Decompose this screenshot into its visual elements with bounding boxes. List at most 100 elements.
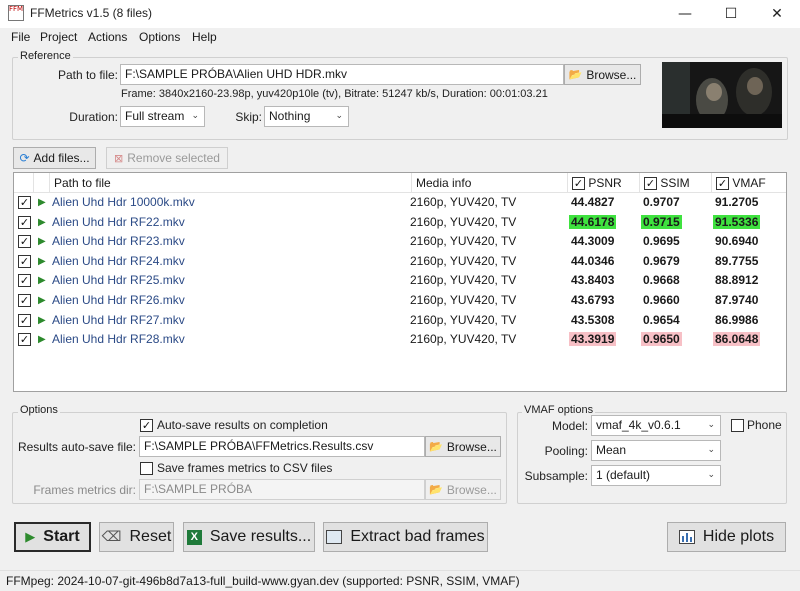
psnr-checkbox[interactable]: ✓: [572, 177, 585, 191]
status-bar: FFMpeg: 2024-10-07-git-496b8d7a13-full_b…: [0, 570, 800, 591]
chevron-down-icon: ⌄: [335, 110, 343, 120]
vmaf-cell: 90.6940: [713, 232, 783, 252]
row-media-info: 2160p, YUV420, TV: [410, 234, 517, 249]
results-file-input[interactable]: F:\SAMPLE PRÓBA\FFMetrics.Results.csv: [139, 436, 425, 457]
header-psnr[interactable]: ✓ PSNR: [568, 173, 640, 193]
table-row[interactable]: ✓ ▶ Alien Uhd Hdr RF22.mkv 2160p, YUV420, T…: [14, 213, 786, 233]
ssim-checkbox[interactable]: ✓: [644, 177, 657, 191]
header-psnr-label: PSNR: [588, 176, 622, 190]
frames-dir-label: Frames metrics dir:: [33, 483, 136, 497]
save-results-button[interactable]: X Save results...: [183, 522, 315, 552]
ssim-cell: 0.9679: [641, 252, 711, 272]
row-file-path[interactable]: Alien Uhd Hdr RF23.mkv: [52, 232, 412, 252]
vmaf-value: 91.5336: [713, 214, 761, 229]
autosave-label: Auto-save results on completion: [157, 418, 328, 432]
table-row[interactable]: ✓ ▶ Alien Uhd Hdr 10000k.mkv 2160p, YUV420,…: [14, 193, 786, 213]
reference-path-input[interactable]: F:\SAMPLE PRÓBA\Alien UHD HDR.mkv: [120, 64, 564, 85]
play-icon[interactable]: ▶: [38, 232, 50, 252]
extract-bad-frames-button[interactable]: Extract bad frames: [323, 522, 488, 552]
results-file-label: Results auto-save file:: [17, 440, 136, 454]
menu-help[interactable]: Help: [192, 30, 217, 44]
play-icon[interactable]: ▶: [38, 252, 50, 272]
results-browse-button[interactable]: 📂 Browse...: [425, 436, 501, 457]
menu-actions[interactable]: Actions: [88, 30, 127, 44]
ssim-cell: 0.9695: [641, 232, 711, 252]
skip-select[interactable]: Nothing ⌄: [264, 106, 349, 127]
maximize-button[interactable]: ☐: [708, 0, 754, 28]
title-bar[interactable]: FFM FFMetrics v1.5 (8 files) — ☐ ✕: [0, 0, 800, 28]
row-checkbox[interactable]: ✓: [18, 254, 31, 268]
row-file-path[interactable]: Alien Uhd Hdr 10000k.mkv: [52, 193, 412, 213]
table-row[interactable]: ✓ ▶ Alien Uhd Hdr RF23.mkv 2160p, YUV420, T…: [14, 232, 786, 252]
row-file-path[interactable]: Alien Uhd Hdr RF26.mkv: [52, 291, 412, 311]
play-icon[interactable]: ▶: [38, 271, 50, 291]
pooling-value: Mean: [596, 443, 627, 457]
reference-group-label: Reference: [18, 50, 73, 62]
play-icon[interactable]: ▶: [38, 311, 50, 331]
menu-file[interactable]: File: [11, 30, 30, 44]
close-button[interactable]: ✕: [754, 0, 800, 28]
frames-browse-button[interactable]: 📂 Browse...: [425, 479, 501, 500]
frames-dir-input[interactable]: F:\SAMPLE PRÓBA: [139, 479, 425, 500]
reference-browse-button[interactable]: 📂 Browse...: [564, 64, 641, 85]
row-checkbox[interactable]: ✓: [18, 235, 31, 249]
ssim-cell: 0.9715: [641, 213, 711, 233]
menu-project[interactable]: Project: [40, 30, 77, 44]
vmaf-cell: 87.9740: [713, 291, 783, 311]
table-row[interactable]: ✓ ▶ Alien Uhd Hdr RF26.mkv 2160p, YUV420, T…: [14, 291, 786, 311]
pooling-select[interactable]: Mean ⌄: [591, 440, 721, 461]
psnr-value: 43.5308: [571, 312, 615, 327]
row-file-path[interactable]: Alien Uhd Hdr RF24.mkv: [52, 252, 412, 272]
header-vmaf[interactable]: ✓ VMAF: [712, 173, 786, 193]
row-media-info: 2160p, YUV420, TV: [410, 195, 517, 209]
row-file-path[interactable]: Alien Uhd Hdr RF25.mkv: [52, 271, 412, 291]
save-frames-checkbox[interactable]: [140, 462, 153, 475]
image-icon: [326, 530, 343, 544]
play-icon[interactable]: ▶: [38, 213, 50, 233]
ssim-value: 0.9679: [643, 253, 680, 268]
header-path[interactable]: Path to file: [50, 173, 412, 193]
autosave-checkbox[interactable]: ✓: [140, 419, 153, 432]
row-checkbox[interactable]: ✓: [18, 196, 31, 209]
phone-checkbox[interactable]: [731, 419, 744, 432]
vmaf-value: 89.7755: [715, 253, 759, 268]
row-checkbox[interactable]: ✓: [18, 333, 31, 347]
play-icon[interactable]: ▶: [38, 193, 50, 213]
remove-selected-button[interactable]: ⊠ Remove selected: [106, 147, 228, 169]
ssim-cell: 0.9654: [641, 311, 711, 331]
table-row[interactable]: ✓ ▶ Alien Uhd Hdr RF24.mkv 2160p, YUV420, T…: [14, 252, 786, 272]
row-file-path[interactable]: Alien Uhd Hdr RF27.mkv: [52, 311, 412, 331]
play-icon[interactable]: ▶: [38, 330, 50, 350]
ssim-cell: 0.9668: [641, 271, 711, 291]
minimize-button[interactable]: —: [662, 0, 708, 28]
hide-plots-label: Hide plots: [702, 528, 775, 545]
row-checkbox[interactable]: ✓: [18, 294, 31, 307]
header-ssim[interactable]: ✓ SSIM: [640, 173, 712, 193]
table-row[interactable]: ✓ ▶ Alien Uhd Hdr RF28.mkv 2160p, YUV420, T…: [14, 330, 786, 350]
ssim-value: 0.9715: [641, 214, 682, 229]
play-icon[interactable]: ▶: [38, 291, 50, 311]
hide-plots-button[interactable]: Hide plots: [667, 522, 786, 552]
row-file-path[interactable]: Alien Uhd Hdr RF22.mkv: [52, 213, 412, 233]
header-media-info[interactable]: Media info: [412, 173, 568, 193]
row-checkbox[interactable]: ✓: [18, 274, 31, 288]
reset-button[interactable]: ⌫ Reset: [99, 522, 174, 552]
row-checkbox[interactable]: ✓: [18, 215, 31, 229]
menu-options[interactable]: Options: [139, 30, 180, 44]
eraser-icon: ⌫: [101, 529, 122, 545]
list-header: Path to file Media info ✓ PSNR ✓ SSIM ✓ …: [14, 173, 786, 193]
table-row[interactable]: ✓ ▶ Alien Uhd Hdr RF25.mkv 2160p, YUV420, T…: [14, 271, 786, 291]
row-file-path[interactable]: Alien Uhd Hdr RF28.mkv: [52, 330, 412, 350]
reference-thumbnail: [662, 62, 782, 128]
ssim-value: 0.9654: [643, 312, 680, 327]
subsample-select[interactable]: 1 (default) ⌄: [591, 465, 721, 486]
file-list[interactable]: Path to file Media info ✓ PSNR ✓ SSIM ✓ …: [13, 172, 787, 392]
table-row[interactable]: ✓ ▶ Alien Uhd Hdr RF27.mkv 2160p, YUV420, T…: [14, 311, 786, 331]
model-select[interactable]: vmaf_4k_v0.6.1 ⌄: [591, 415, 721, 436]
row-checkbox[interactable]: ✓: [18, 313, 31, 327]
vmaf-checkbox[interactable]: ✓: [716, 177, 729, 191]
duration-select[interactable]: Full stream ⌄: [120, 106, 205, 127]
start-button[interactable]: ▶ Start: [14, 522, 91, 552]
add-files-button[interactable]: ⟳ Add files...: [13, 147, 96, 169]
reference-frame-info: Frame: 3840x2160-23.98p, yuv420p10le (tv…: [121, 88, 548, 100]
